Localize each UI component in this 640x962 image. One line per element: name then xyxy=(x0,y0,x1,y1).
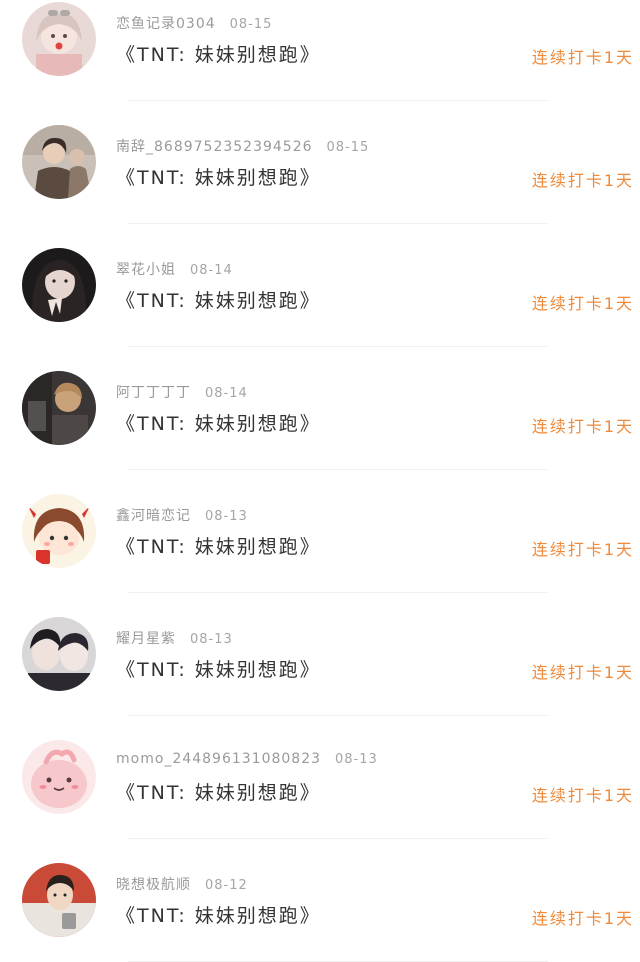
checkin-meta: 恋鱼记录0304 08-15 xyxy=(116,13,272,33)
checkin-meta: 南辞_8689752352394526 08-15 xyxy=(116,136,369,156)
streak-label: 连续打卡1天 xyxy=(531,786,634,805)
streak-label: 连续打卡1天 xyxy=(531,540,634,559)
checkin-meta: 晓想极航顺 08-12 xyxy=(116,874,248,894)
username[interactable]: 阿丁丁丁丁 xyxy=(116,385,191,401)
checkin-meta: 翠花小姐 08-14 xyxy=(116,259,233,279)
checkin-book-title[interactable]: 《TNT: 妹妹别想跑》 xyxy=(116,778,321,805)
checkin-book-title[interactable]: 《TNT: 妹妹别想跑》 xyxy=(116,40,321,67)
checkin-book-title[interactable]: 《TNT: 妹妹别想跑》 xyxy=(116,163,321,190)
checkin-meta: momo_244896131080823 08-13 xyxy=(116,751,378,767)
list-item[interactable]: 恋鱼记录0304 08-15 《TNT: 妹妹别想跑》 连续打卡1天 xyxy=(0,0,640,101)
checkin-book-title[interactable]: 《TNT: 妹妹别想跑》 xyxy=(116,532,321,559)
user-avatar-icon xyxy=(22,617,96,691)
username[interactable]: 翠花小姐 xyxy=(116,262,176,278)
streak-label: 连续打卡1天 xyxy=(531,171,634,190)
checkin-date: 08-13 xyxy=(205,509,248,524)
checkin-meta: 阿丁丁丁丁 08-14 xyxy=(116,382,248,402)
list-item[interactable]: 鑫河暗恋记 08-13 《TNT: 妹妹别想跑》 连续打卡1天 xyxy=(0,470,640,593)
avatar[interactable] xyxy=(22,863,96,937)
checkin-date: 08-14 xyxy=(190,263,233,278)
streak-label: 连续打卡1天 xyxy=(531,417,634,436)
checkin-book-title[interactable]: 《TNT: 妹妹别想跑》 xyxy=(116,655,321,682)
checkin-meta: 耀月星紫 08-13 xyxy=(116,628,233,648)
username[interactable]: 晓想极航顺 xyxy=(116,877,191,893)
username[interactable]: 耀月星紫 xyxy=(116,631,176,647)
avatar[interactable] xyxy=(22,248,96,322)
checkin-book-title[interactable]: 《TNT: 妹妹别想跑》 xyxy=(116,901,321,928)
checkin-book-title[interactable]: 《TNT: 妹妹别想跑》 xyxy=(116,409,321,436)
user-avatar-icon xyxy=(22,494,96,568)
checkin-date: 08-12 xyxy=(205,878,248,893)
list-item[interactable]: 阿丁丁丁丁 08-14 《TNT: 妹妹别想跑》 连续打卡1天 xyxy=(0,347,640,470)
list-item[interactable]: 晓想极航顺 08-12 《TNT: 妹妹别想跑》 连续打卡1天 xyxy=(0,839,640,962)
avatar[interactable] xyxy=(22,371,96,445)
username[interactable]: 恋鱼记录0304 xyxy=(116,16,216,32)
checkin-date: 08-15 xyxy=(326,140,370,155)
avatar[interactable] xyxy=(22,125,96,199)
streak-label: 连续打卡1天 xyxy=(531,909,634,928)
streak-label: 连续打卡1天 xyxy=(531,663,634,682)
streak-label: 连续打卡1天 xyxy=(531,294,634,313)
list-item[interactable]: momo_244896131080823 08-13 《TNT: 妹妹别想跑》 连… xyxy=(0,716,640,839)
list-item[interactable]: 翠花小姐 08-14 《TNT: 妹妹别想跑》 连续打卡1天 xyxy=(0,224,640,347)
username[interactable]: momo_244896131080823 xyxy=(116,751,321,767)
user-avatar-icon xyxy=(22,125,96,199)
checkin-book-title[interactable]: 《TNT: 妹妹别想跑》 xyxy=(116,286,321,313)
checkin-date: 08-13 xyxy=(190,632,233,647)
username[interactable]: 南辞_8689752352394526 xyxy=(116,139,313,155)
avatar[interactable] xyxy=(22,740,96,814)
checkin-date: 08-14 xyxy=(205,386,248,401)
username[interactable]: 鑫河暗恋记 xyxy=(116,508,191,524)
checkin-meta: 鑫河暗恋记 08-13 xyxy=(116,505,248,525)
avatar[interactable] xyxy=(22,494,96,568)
list-item[interactable]: 南辞_8689752352394526 08-15 《TNT: 妹妹别想跑》 连续… xyxy=(0,101,640,224)
user-avatar-icon xyxy=(22,2,96,76)
user-avatar-icon xyxy=(22,740,96,814)
user-avatar-icon xyxy=(22,863,96,937)
checkin-date: 08-15 xyxy=(229,17,273,32)
streak-label: 连续打卡1天 xyxy=(531,48,634,67)
checkin-list: 恋鱼记录0304 08-15 《TNT: 妹妹别想跑》 连续打卡1天 南辞_868… xyxy=(0,0,640,962)
checkin-date: 08-13 xyxy=(335,752,378,767)
user-avatar-icon xyxy=(22,248,96,322)
avatar[interactable] xyxy=(22,2,96,76)
list-item[interactable]: 耀月星紫 08-13 《TNT: 妹妹别想跑》 连续打卡1天 xyxy=(0,593,640,716)
avatar[interactable] xyxy=(22,617,96,691)
user-avatar-icon xyxy=(22,371,96,445)
